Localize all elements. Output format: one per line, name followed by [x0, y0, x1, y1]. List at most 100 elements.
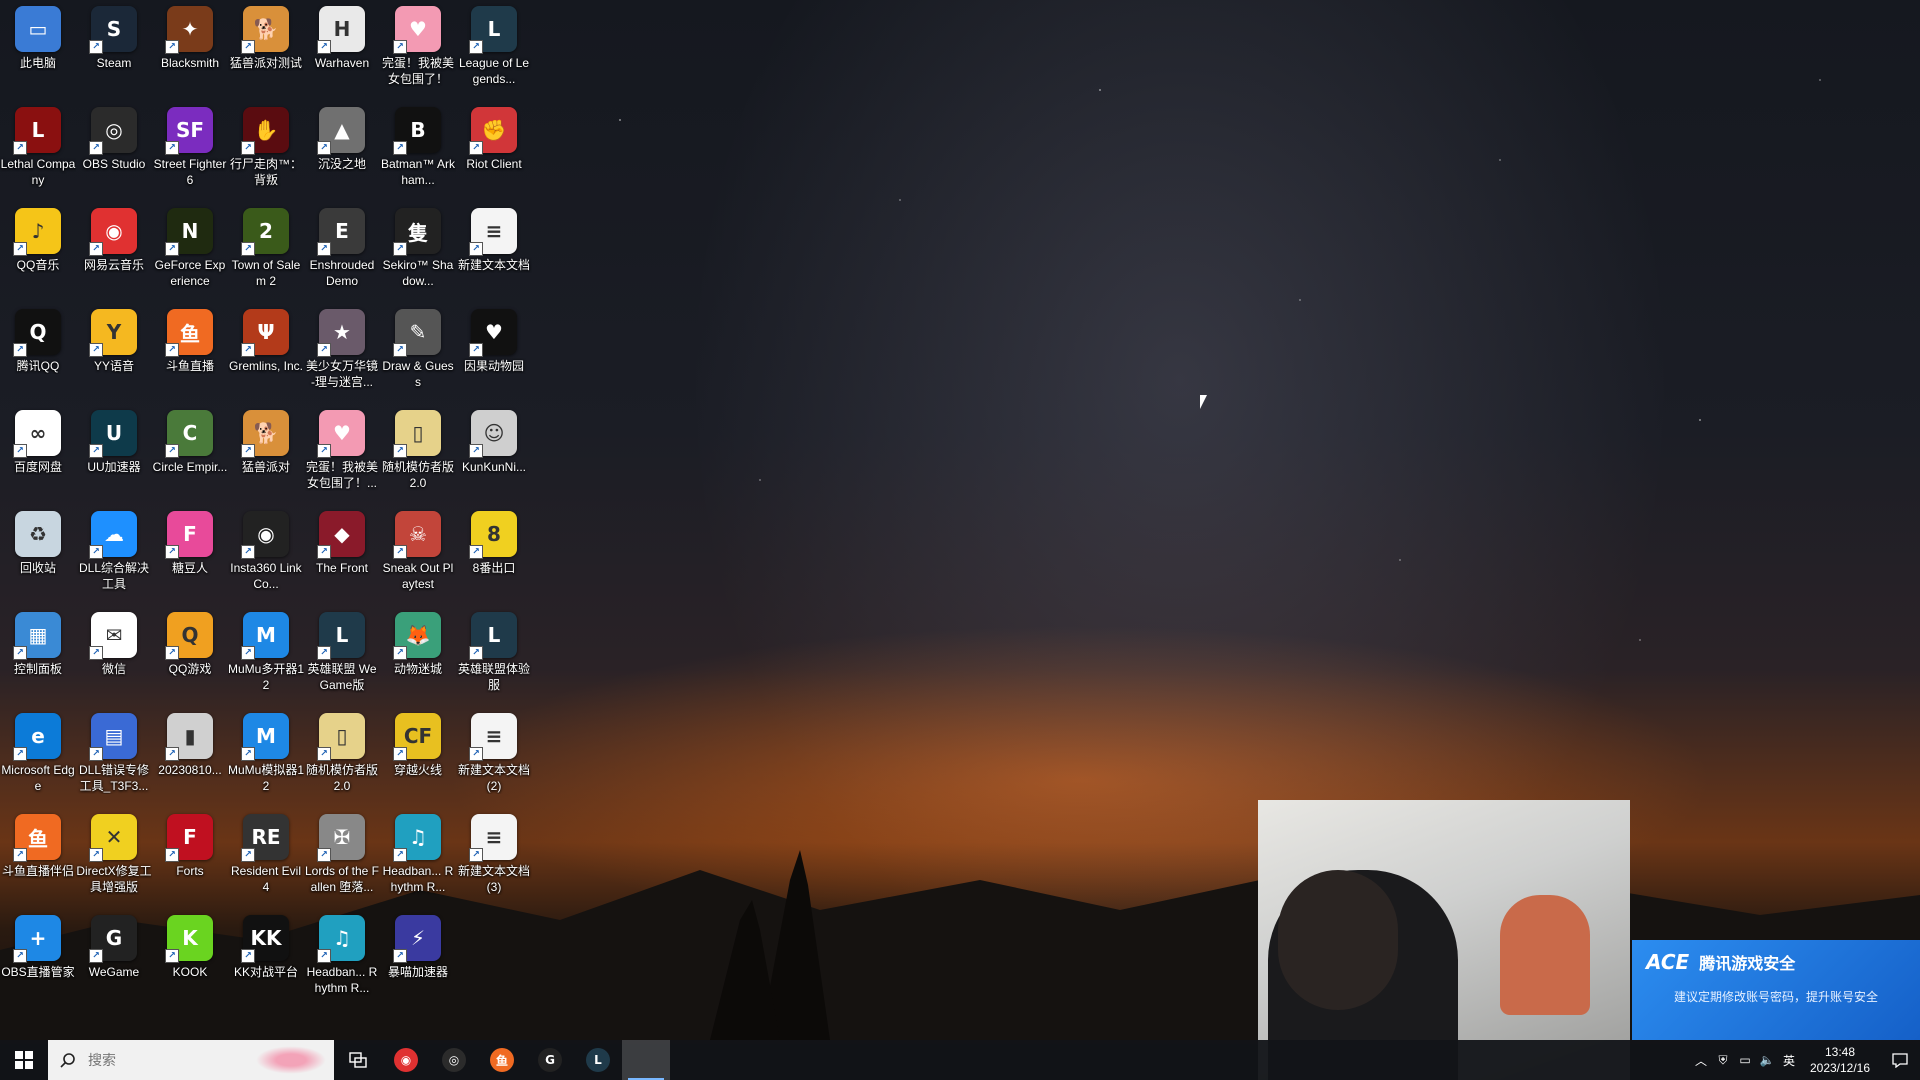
desktop-icon[interactable]: M ↗ MuMu多开器12 [228, 606, 304, 702]
desktop-icon[interactable]: ♥ ↗ 完蛋！我被美女包围了！... [304, 404, 380, 500]
desktop-icon[interactable]: ✊ ↗ Riot Client [456, 101, 532, 197]
action-center-button[interactable] [1880, 1040, 1920, 1080]
desktop-icon[interactable]: ◉ ↗ 网易云音乐 [76, 202, 152, 298]
desktop-icon[interactable]: ▭ 此电脑 [0, 0, 76, 96]
desktop-icon[interactable]: Q ↗ 腾讯QQ [0, 303, 76, 399]
desktop-icon[interactable]: S ↗ Steam [76, 0, 152, 96]
desktop-icon[interactable]: F ↗ 糖豆人 [152, 505, 228, 601]
desktop-icon[interactable]: ▲ ↗ 沉没之地 [304, 101, 380, 197]
desktop-icon[interactable]: ✋ ↗ 行尸走肉™：背叛 [228, 101, 304, 197]
desktop-icon[interactable]: M ↗ MuMu模拟器12 [228, 707, 304, 803]
shortcut-arrow-icon: ↗ [317, 848, 331, 862]
desktop-icon[interactable]: KK ↗ KK对战平台 [228, 909, 304, 1005]
desktop-icon[interactable]: K ↗ KOOK [152, 909, 228, 1005]
desktop-icon[interactable]: ♫ ↗ Headban... Rhythm R... [380, 808, 456, 904]
desktop-icon[interactable]: ☺ ↗ KunKunNi... [456, 404, 532, 500]
desktop-icon[interactable]: ✎ ↗ Draw & Guess [380, 303, 456, 399]
taskbar-app-google[interactable]: G [526, 1040, 574, 1080]
desktop-icon[interactable]: RE ↗ Resident Evil 4 [228, 808, 304, 904]
app-icon: ☠ ↗ [393, 511, 441, 559]
desktop-icon[interactable]: ▯ ↗ 随机模仿者版 2.0 [380, 404, 456, 500]
desktop-icon-label: Forts [176, 864, 204, 878]
desktop-icon[interactable]: e ↗ Microsoft Edge [0, 707, 76, 803]
desktop-icon[interactable]: L ↗ League of Legends... [456, 0, 532, 96]
desktop-icon[interactable]: E ↗ Enshrouded Demo [304, 202, 380, 298]
shortcut-arrow-icon: ↗ [241, 646, 255, 660]
security-notification[interactable]: ACE 腾讯游戏安全 建议定期修改账号密码，提升账号安全 [1632, 940, 1920, 1040]
desktop-icon[interactable]: ▤ ↗ DLL错误专修工具_T3F3... [76, 707, 152, 803]
taskbar-app-league[interactable]: L [574, 1040, 622, 1080]
show-hidden-icons-chevron-icon[interactable]: ︿ [1690, 1040, 1712, 1080]
desktop-icon[interactable]: ✉ ↗ 微信 [76, 606, 152, 702]
network-icon[interactable]: ▭ [1734, 1040, 1756, 1080]
desktop-icon[interactable]: ♻ 回收站 [0, 505, 76, 601]
desktop-icon[interactable]: H ↗ Warhaven [304, 0, 380, 96]
start-button[interactable] [0, 1040, 48, 1080]
desktop-icon[interactable]: ∞ ↗ 百度网盘 [0, 404, 76, 500]
ime-indicator[interactable]: 英 [1778, 1040, 1800, 1080]
task-view-button[interactable] [334, 1040, 382, 1080]
desktop-icon[interactable]: ▦ ↗ 控制面板 [0, 606, 76, 702]
desktop-icon[interactable]: ⚡ ↗ 暴喵加速器 [380, 909, 456, 1005]
shortcut-arrow-icon: ↗ [165, 949, 179, 963]
desktop-icon[interactable]: + ↗ OBS直播管家 [0, 909, 76, 1005]
desktop-icon[interactable]: B ↗ Batman™ Arkham... [380, 101, 456, 197]
desktop-icon[interactable]: ♪ ↗ QQ音乐 [0, 202, 76, 298]
desktop-icon[interactable]: 🐕 ↗ 猛兽派对 [228, 404, 304, 500]
taskbar-clock[interactable]: 13:48 2023/12/16 [1800, 1044, 1880, 1076]
desktop-icon[interactable]: L ↗ 英雄联盟体验服 [456, 606, 532, 702]
desktop-icon[interactable]: ★ ↗ 美少女万华镜 -理与迷宫... [304, 303, 380, 399]
desktop-icon[interactable]: 8 ↗ 8番出口 [456, 505, 532, 601]
desktop-icon[interactable]: U ↗ UU加速器 [76, 404, 152, 500]
desktop-icon-label: QQ音乐 [16, 258, 60, 272]
desktop-icon[interactable]: L ↗ Lethal Company [0, 101, 76, 197]
desktop-icon[interactable]: ▯ ↗ 随机模仿者版 2.0 [304, 707, 380, 803]
desktop-icon[interactable]: ◆ ↗ The Front [304, 505, 380, 601]
taskbar-app-netease-music[interactable]: ◉ [382, 1040, 430, 1080]
desktop-icon[interactable]: CF ↗ 穿越火线 [380, 707, 456, 803]
desktop-icon[interactable]: ✦ ↗ Blacksmith [152, 0, 228, 96]
shortcut-arrow-icon: ↗ [241, 545, 255, 559]
taskbar-app-douyu[interactable]: 鱼 [478, 1040, 526, 1080]
shortcut-arrow-icon: ↗ [13, 343, 27, 357]
desktop-icon[interactable]: F ↗ Forts [152, 808, 228, 904]
taskbar-app-blank[interactable] [622, 1040, 670, 1080]
volume-icon[interactable]: 🔈 [1756, 1040, 1778, 1080]
desktop-icon[interactable]: Y ↗ YY语音 [76, 303, 152, 399]
desktop-icon[interactable]: ≡ ↗ 新建文本文档 (3) [456, 808, 532, 904]
desktop-icon[interactable]: G ↗ WeGame [76, 909, 152, 1005]
desktop-icon[interactable]: ✕ ↗ DirectX修复工具增强版 [76, 808, 152, 904]
desktop-icon[interactable]: ≡ ↗ 新建文本文档 [456, 202, 532, 298]
desktop-icon[interactable]: 🦊 ↗ 动物迷城 [380, 606, 456, 702]
shortcut-arrow-icon: ↗ [393, 343, 407, 357]
desktop-icon[interactable]: N ↗ GeForce Experience [152, 202, 228, 298]
desktop-icon[interactable]: SF ↗ Street Fighter 6 [152, 101, 228, 197]
desktop-icon[interactable]: ◎ ↗ OBS Studio [76, 101, 152, 197]
desktop-icon[interactable]: ≡ ↗ 新建文本文档 (2) [456, 707, 532, 803]
desktop-icon-label: 腾讯QQ [16, 359, 60, 373]
desktop-icon[interactable]: 2 ↗ Town of Salem 2 [228, 202, 304, 298]
desktop-icon[interactable]: 鱼 ↗ 斗鱼直播 [152, 303, 228, 399]
desktop-icon[interactable]: 隻 ↗ Sekiro™ Shadow... [380, 202, 456, 298]
security-tray-icon[interactable]: ⛨ [1712, 1040, 1734, 1080]
search-input[interactable] [86, 1051, 270, 1069]
desktop-icon[interactable]: L ↗ 英雄联盟 WeGame版 [304, 606, 380, 702]
desktop-icon[interactable]: Ψ ↗ Gremlins, Inc. [228, 303, 304, 399]
desktop-icon[interactable]: C ↗ Circle Empir... [152, 404, 228, 500]
desktop-icon[interactable]: Q ↗ QQ游戏 [152, 606, 228, 702]
taskbar-search[interactable] [48, 1040, 334, 1080]
desktop-icon[interactable]: ▮ ↗ 20230810... [152, 707, 228, 803]
desktop-icon-label: Sneak Out Playtest [382, 561, 454, 591]
desktop-icon[interactable]: ☠ ↗ Sneak Out Playtest [380, 505, 456, 601]
desktop-icon[interactable]: 🐕 ↗ 猛兽派对测试 [228, 0, 304, 96]
desktop-icon[interactable]: 鱼 ↗ 斗鱼直播伴侣 [0, 808, 76, 904]
desktop-icon[interactable]: ✠ ↗ Lords of the Fallen 堕落... [304, 808, 380, 904]
desktop-icon[interactable]: ♥ ↗ 完蛋！我被美女包围了！ [380, 0, 456, 96]
desktop-icon[interactable]: ♥ ↗ 因果动物园 [456, 303, 532, 399]
desktop-icon-label: QQ游戏 [168, 662, 212, 676]
desktop-icon[interactable]: ☁ ↗ DLL综合解决工具 [76, 505, 152, 601]
desktop-icon[interactable]: ♫ ↗ Headban... Rhythm R... [304, 909, 380, 1005]
desktop-icon[interactable]: ◉ ↗ Insta360 Link Co... [228, 505, 304, 601]
taskbar-app-obs[interactable]: ◎ [430, 1040, 478, 1080]
shortcut-arrow-icon: ↗ [469, 444, 483, 458]
